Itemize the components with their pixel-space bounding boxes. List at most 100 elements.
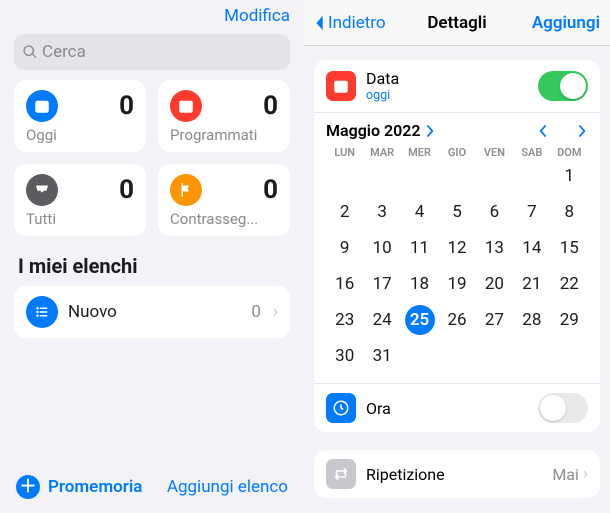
calendar-day[interactable]: 13 [476,233,513,263]
calendar-day[interactable]: 22 [551,269,588,299]
calendar-day[interactable]: 23 [326,305,363,335]
calendar-day[interactable]: 17 [363,269,400,299]
calendar-day[interactable]: 26 [438,305,475,335]
back-button[interactable]: Indietro [314,13,386,33]
calendar-picker: Maggio 2022 LUNMARMERGIOVENSABDOM 123456… [314,112,600,383]
bottom-toolbar: ＋ Promemoria Aggiungi elenco [0,465,304,513]
card-label: Contrasseg... [170,210,278,228]
card-label: Oggi [26,126,134,144]
calendar-day[interactable]: 3 [363,197,400,227]
search-input[interactable]: Cerca [14,34,290,70]
top-bar: Modifica [0,0,304,30]
date-title: Data [366,69,528,88]
calendar-day[interactable]: 8 [551,197,588,227]
back-label: Indietro [328,13,386,33]
calendar-day[interactable]: 14 [513,233,550,263]
nav-bar: Indietro Dettagli Aggiungi [304,0,610,46]
list-count: 0 [251,302,261,322]
chevron-right-icon: › [273,302,278,322]
details-content: Data oggi Maggio 2022 LUNMARMERGIOVE [304,46,610,504]
date-toggle[interactable] [538,71,588,101]
list-name: Nuovo [68,302,241,322]
repeat-row[interactable]: Ripetizione Mai › [314,450,600,498]
calendar-day[interactable]: 21 [513,269,550,299]
weekday-label: MER [401,146,438,159]
calendar-day[interactable]: 6 [476,197,513,227]
calendar-day[interactable]: 18 [401,269,438,299]
list-item[interactable]: Nuovo 0 › [14,286,290,338]
month-selector[interactable]: Maggio 2022 [326,121,434,140]
repeat-value: Mai [552,465,579,484]
date-time-group: Data oggi Maggio 2022 LUNMARMERGIOVE [314,60,600,432]
details-sheet: Indietro Dettagli Aggiungi Data oggi Mag… [304,0,610,513]
clock-icon [326,393,356,423]
calendar-day[interactable]: 25 [401,305,438,335]
card-flagged[interactable]: 0 Contrasseg... [158,164,290,236]
card-label: Programmati [170,126,278,144]
chevron-right-icon [577,124,586,138]
card-count: 0 [119,91,134,121]
search-placeholder: Cerca [42,42,86,62]
calendar-day[interactable]: 28 [513,305,550,335]
edit-button[interactable]: Modifica [224,6,290,26]
time-title: Ora [366,399,528,418]
calendar-day[interactable]: 12 [438,233,475,263]
calendar-day-empty [438,161,475,191]
next-month-button[interactable] [574,124,588,138]
date-row[interactable]: Data oggi [314,60,600,112]
card-count: 0 [263,91,278,121]
calendar-day[interactable]: 19 [438,269,475,299]
smart-lists-grid: 25 0 Oggi 0 Programmati 0 Tutti [0,80,304,236]
card-today[interactable]: 25 0 Oggi [14,80,146,152]
calendar-icon [326,71,356,101]
tray-icon [26,174,58,206]
calendar-day[interactable]: 11 [401,233,438,263]
calendar-day[interactable]: 2 [326,197,363,227]
chevron-left-icon [314,14,326,32]
calendar-day[interactable]: 27 [476,305,513,335]
chevron-right-icon: › [583,464,588,484]
repeat-group: Ripetizione Mai › [314,450,600,498]
add-button[interactable]: Aggiungi [532,13,600,33]
calendar-day[interactable]: 30 [326,341,363,371]
reminders-home: Modifica Cerca 25 0 Oggi 0 Programmati [0,0,304,513]
card-count: 0 [263,175,278,205]
my-lists-header: I miei elenchi [0,236,304,286]
date-row-labels: Data oggi [366,69,528,103]
new-reminder-button[interactable]: ＋ Promemoria [16,475,142,499]
card-count: 0 [119,175,134,205]
prev-month-button[interactable] [536,124,550,138]
flag-icon [170,174,202,206]
calendar-day[interactable]: 24 [363,305,400,335]
calendar-day[interactable]: 4 [401,197,438,227]
weekday-label: VEN [476,146,513,159]
calendar-day[interactable]: 16 [326,269,363,299]
calendar-day[interactable]: 31 [363,341,400,371]
chevron-right-icon [425,124,434,138]
calendar-grid: 1234567891011121314151617181920212223242… [326,161,588,371]
add-list-button[interactable]: Aggiungi elenco [167,477,288,497]
calendar-day[interactable]: 10 [363,233,400,263]
card-scheduled[interactable]: 0 Programmati [158,80,290,152]
calendar-day-empty [326,161,363,191]
weekday-label: LUN [326,146,363,159]
repeat-title: Ripetizione [366,465,445,484]
calendar-day[interactable]: 15 [551,233,588,263]
calendar-day[interactable]: 9 [326,233,363,263]
card-all[interactable]: 0 Tutti [14,164,146,236]
calendar-today-icon: 25 [26,90,58,122]
time-toggle[interactable] [538,393,588,423]
weekday-label: MAR [363,146,400,159]
weekday-label: GIO [438,146,475,159]
calendar-day[interactable]: 1 [551,161,588,191]
calendar-day[interactable]: 20 [476,269,513,299]
calendar-day[interactable]: 29 [551,305,588,335]
repeat-icon [326,459,356,489]
weekday-header: LUNMARMERGIOVENSABDOM [326,146,588,159]
calendar-icon [170,90,202,122]
calendar-day-empty [363,161,400,191]
page-title: Dettagli [427,13,486,33]
calendar-day[interactable]: 7 [513,197,550,227]
time-row[interactable]: Ora [314,383,600,432]
calendar-day[interactable]: 5 [438,197,475,227]
